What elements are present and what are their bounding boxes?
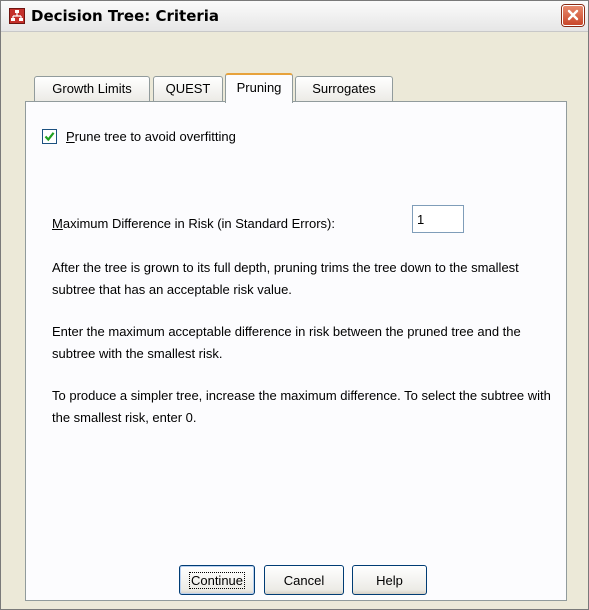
help-button[interactable]: Help — [352, 565, 427, 595]
continue-button[interactable]: Continue — [179, 565, 255, 595]
tab-quest[interactable]: QUEST — [153, 76, 223, 101]
prune-tree-mnemonic: P — [66, 129, 75, 144]
tab-pruning[interactable]: Pruning — [225, 73, 293, 103]
prune-tree-checkbox[interactable] — [42, 129, 57, 144]
decision-tree-icon — [9, 8, 25, 24]
tab-label: Growth Limits — [52, 81, 132, 96]
tab-surrogates[interactable]: Surrogates — [295, 76, 393, 101]
continue-label: Continue — [188, 571, 246, 589]
criteria-dialog: Decision Tree: Criteria Growth Limits QU… — [0, 0, 589, 610]
window-title: Decision Tree: Criteria — [31, 7, 220, 25]
close-icon — [567, 9, 579, 21]
pruning-panel: Prune tree to avoid overfitting Maximum … — [25, 101, 567, 601]
tab-growth-limits[interactable]: Growth Limits — [34, 76, 150, 101]
max-difference-label-text: aximum Difference in Risk (in Standard E… — [62, 216, 335, 231]
max-difference-label: Maximum Difference in Risk (in Standard … — [52, 216, 335, 231]
help-paragraph-simpler-tree: To produce a simpler tree, increase the … — [52, 388, 551, 425]
tab-label: QUEST — [165, 81, 211, 96]
tab-label: Pruning — [236, 80, 282, 95]
cancel-button[interactable]: Cancel — [264, 565, 344, 595]
max-difference-input[interactable] — [412, 205, 464, 233]
prune-tree-label-text: rune tree to avoid overfitting — [74, 129, 236, 144]
checkmark-icon — [44, 132, 55, 142]
max-difference-mnemonic: M — [52, 216, 63, 231]
title-bar[interactable]: Decision Tree: Criteria — [1, 1, 588, 32]
tab-label: Surrogates — [312, 81, 376, 96]
close-button[interactable] — [562, 5, 584, 26]
help-paragraph-max-difference: Enter the maximum acceptable difference … — [52, 324, 521, 361]
help-paragraph-pruning: After the tree is grown to its full dept… — [52, 260, 519, 297]
prune-tree-label[interactable]: Prune tree to avoid overfitting — [66, 129, 236, 144]
